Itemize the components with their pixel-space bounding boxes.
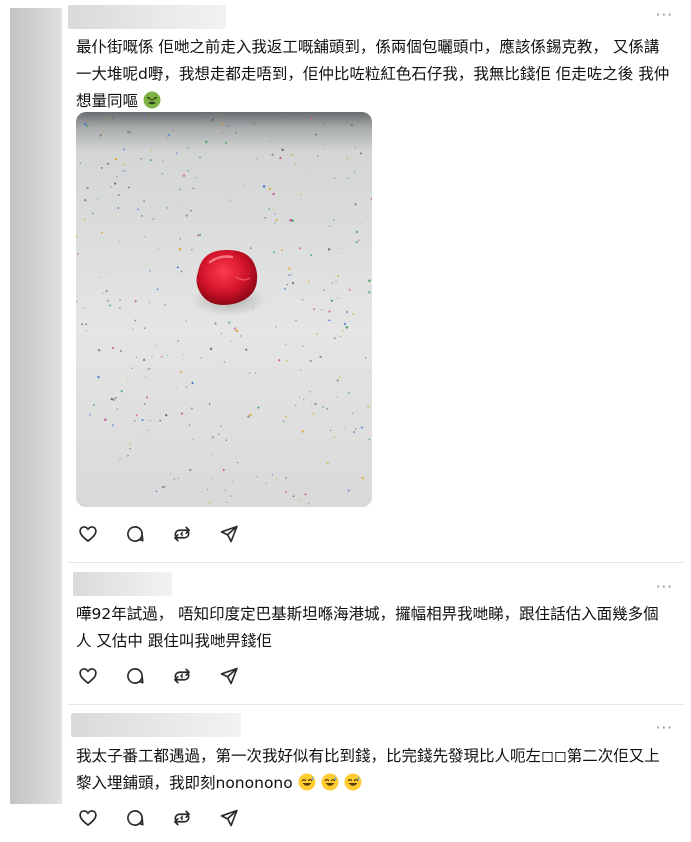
more-options-button[interactable]: ··· [656,6,673,24]
share-icon [220,525,238,543]
share-icon [220,667,238,685]
post-text-content: 我太子番工都遇過，第一次我好似有比到錢，比完錢先發現比人呃左◻◻第二次佢又上黎入… [76,747,660,792]
post-text: 嘩92年試過， 唔知印度定巴基斯坦喺海港城，攞幅相畀我哋睇，跟住話估入面幾多個人… [76,601,671,655]
repost-icon [174,810,190,826]
more-options-button[interactable]: ··· [656,719,673,737]
post-text-content: 最仆街嘅係 佢哋之前走入我返工嘅舖頭到，係兩個包曬頭巾，應該係錫克教， 又係講一… [76,38,670,110]
share-button[interactable] [219,666,239,686]
comment-icon [127,810,144,826]
post-3: ··· 我太子番工都遇過，第一次我好似有比到錢，比完錢先發現比人呃左◻◻第二次佢… [68,705,685,842]
blurred-username[interactable] [71,713,241,737]
like-button[interactable] [78,666,98,686]
repost-button[interactable] [172,808,192,828]
heart-icon [79,668,97,684]
post-1: ··· 最仆街嘅係 佢哋之前走入我返工嘅舖頭到，係兩個包曬頭巾，應該係錫克教， … [68,0,685,563]
red-stone-photo [76,112,372,507]
post-text: 我太子番工都遇過，第一次我好似有比到錢，比完錢先發現比人呃左◻◻第二次佢又上黎入… [76,743,671,800]
post-photo[interactable] [76,112,372,507]
share-button[interactable] [219,524,239,544]
share-button[interactable] [219,808,239,828]
heart-icon [79,526,97,542]
post-text-content: 嘩92年試過， 唔知印度定巴基斯坦喺海港城，攞幅相畀我哋睇，跟住話估入面幾多個人… [76,605,659,650]
post-actions [78,808,239,828]
post-text: 最仆街嘅係 佢哋之前走入我返工嘅舖頭到，係兩個包曬頭巾，應該係錫克教， 又係講一… [76,34,671,118]
repost-icon [174,526,190,542]
reply-button[interactable] [125,666,145,686]
post-2: ··· 嘩92年試過， 唔知印度定巴基斯坦喺海港城，攞幅相畀我哋睇，跟住話估入面… [68,563,685,705]
grinning-sweat-face-icon [298,773,316,800]
blurred-username[interactable] [73,572,172,596]
like-button[interactable] [78,524,98,544]
repost-button[interactable] [172,524,192,544]
like-button[interactable] [78,808,98,828]
post-actions [78,524,239,544]
blurred-thread-rail [10,8,62,804]
share-icon [220,809,238,827]
comment-icon [127,526,144,542]
post-actions [78,666,239,686]
repost-icon [174,668,190,684]
comment-icon [127,668,144,684]
heart-icon [79,810,97,826]
more-options-button[interactable]: ··· [656,578,673,596]
grinning-sweat-face-icon [321,773,339,800]
grinning-sweat-face-icon [344,773,362,800]
repost-button[interactable] [172,666,192,686]
blurred-username[interactable] [68,5,226,29]
reply-button[interactable] [125,524,145,544]
reply-button[interactable] [125,808,145,828]
